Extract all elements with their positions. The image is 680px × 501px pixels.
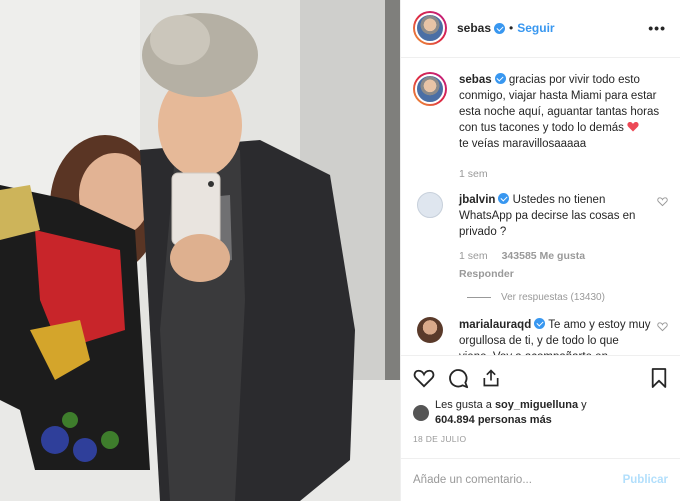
- verified-icon: [498, 192, 510, 204]
- post-header: sebas • Seguir •••: [401, 0, 680, 58]
- likes-connector: y: [581, 398, 587, 411]
- reply-button[interactable]: Responder: [459, 266, 514, 282]
- likes-summary: Les gusta a soy_miguelluna y 604.894 per…: [413, 398, 668, 428]
- like-comment-icon[interactable]: [657, 196, 668, 207]
- verified-icon: [494, 72, 506, 84]
- liker-username[interactable]: soy_miguelluna: [495, 399, 578, 411]
- verified-icon: [494, 22, 506, 34]
- author-username[interactable]: sebas: [457, 21, 491, 35]
- more-icon[interactable]: •••: [648, 20, 666, 36]
- caption-text-line2: te veías maravillosaaaaa: [459, 137, 587, 150]
- caption: sebas gracias por vivir todo esto conmig…: [413, 71, 668, 182]
- separator-dot: •: [509, 21, 514, 36]
- post-comment-button[interactable]: Publicar: [623, 474, 668, 486]
- post-photo[interactable]: [0, 0, 400, 501]
- comment-meta: 1 sem 343585 Me gusta: [459, 248, 651, 264]
- comment-item: marialauraqd Te amo y estoy muy orgullos…: [413, 316, 668, 355]
- comment-likes[interactable]: 343585 Me gusta: [502, 248, 585, 264]
- commenter-username[interactable]: jbalvin: [459, 194, 495, 206]
- caption-username[interactable]: sebas: [459, 74, 492, 86]
- save-icon[interactable]: [650, 367, 668, 389]
- author-avatar[interactable]: [413, 11, 447, 46]
- post-modal: sebas • Seguir ••• sebas gracias por viv…: [0, 0, 680, 501]
- post-actions: Les gusta a soy_miguelluna y 604.894 per…: [401, 354, 680, 444]
- view-replies-button[interactable]: Ver respuestas (13430): [467, 292, 668, 303]
- liker-avatar[interactable]: [413, 404, 429, 421]
- commenter-username[interactable]: marialauraqd: [459, 319, 531, 331]
- add-comment-bar: Añade un comentario... Publicar: [401, 457, 680, 501]
- commenter-avatar[interactable]: [417, 191, 443, 218]
- like-comment-icon[interactable]: [657, 321, 668, 332]
- comment-item: jbalvin Ustedes no tienen WhatsApp pa de…: [413, 191, 668, 282]
- likes-prefix: Les gusta a: [435, 398, 492, 411]
- share-icon[interactable]: [481, 367, 501, 389]
- follow-button[interactable]: Seguir: [517, 21, 554, 35]
- red-heart-icon: [627, 121, 639, 132]
- comment-icon[interactable]: [447, 367, 469, 389]
- post-date[interactable]: 18 DE JULIO: [413, 434, 668, 444]
- comments-list[interactable]: sebas gracias por vivir todo esto conmig…: [401, 58, 680, 355]
- verified-icon: [534, 317, 546, 329]
- caption-meta: 1 sem: [459, 166, 668, 182]
- post-image: [0, 0, 400, 501]
- like-icon[interactable]: [413, 368, 435, 388]
- comment-time[interactable]: 1 sem: [459, 248, 488, 264]
- likes-count[interactable]: 604.894 personas más: [435, 414, 552, 426]
- caption-time[interactable]: 1 sem: [459, 166, 488, 182]
- commenter-avatar[interactable]: [417, 316, 443, 343]
- caption-avatar[interactable]: [413, 71, 447, 106]
- comment-input[interactable]: Añade un comentario...: [413, 474, 532, 486]
- post-side-panel: sebas • Seguir ••• sebas gracias por viv…: [400, 0, 680, 501]
